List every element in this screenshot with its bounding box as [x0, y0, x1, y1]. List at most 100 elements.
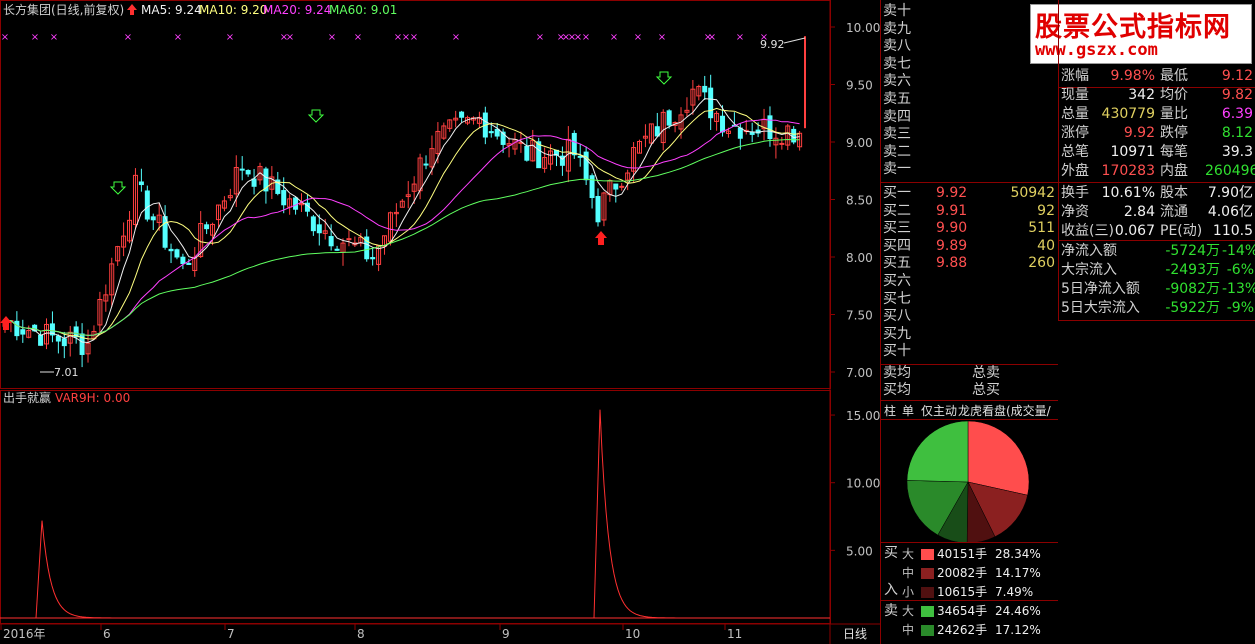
candle-body [334, 248, 340, 251]
candle-body [346, 238, 352, 241]
quote-label: 现量 [1061, 87, 1089, 103]
candle-body [571, 132, 577, 156]
panel-tab[interactable]: 单 [902, 403, 914, 419]
quote-value: 9.12 [1221, 68, 1253, 84]
quote-value: 7.90亿 [1207, 185, 1253, 201]
candle-body [61, 338, 67, 347]
candle-body [767, 115, 773, 140]
panel-tab[interactable]: 仅主动 [921, 403, 957, 419]
candle-body [168, 248, 174, 252]
bid-price: 9.90 [936, 220, 968, 237]
ma20-label: MA20: 9.24 [263, 3, 331, 17]
panel-mid-border [1058, 0, 1059, 320]
candle-body [14, 320, 20, 337]
bid-price: 9.88 [936, 255, 968, 272]
bid-level-label: 买五 [883, 255, 911, 272]
ask-level-9: 卖九 [883, 20, 911, 37]
panel-left-border [880, 0, 881, 644]
logo-title: 股票公式指标网 [1035, 12, 1231, 43]
quote-label: 均价 [1160, 87, 1188, 103]
price-axis-label: 7.50 [846, 309, 873, 323]
flow-label: 净流入额 [1061, 243, 1117, 259]
candle-body [144, 190, 150, 220]
candle-body [150, 216, 156, 221]
legend-swatch [921, 549, 934, 560]
signal-x-marker: × [328, 32, 336, 43]
quote-value: 6.39 [1221, 106, 1253, 122]
candle-body [779, 142, 785, 145]
candle-body [702, 85, 708, 93]
signal-x-marker: × [50, 32, 58, 43]
candle-body [619, 185, 625, 188]
price-axis-label: 10.00 [846, 21, 880, 35]
ma10-line [4, 107, 800, 340]
flow-percent: -9% [1226, 300, 1254, 316]
candle-body [749, 131, 755, 135]
x-axis-label: 8 [357, 627, 365, 641]
quote-value: 8.12 [1221, 125, 1253, 141]
ask-level-3: 卖三 [883, 126, 911, 143]
quote-value: 10971 [1110, 144, 1155, 160]
quote-label: 跌停 [1160, 125, 1188, 141]
panel-tab[interactable]: 柱 [884, 403, 896, 419]
signal-x-marker: × [452, 32, 460, 43]
signal-x-marker: × [354, 32, 362, 43]
ask-level-7: 卖七 [883, 55, 911, 72]
quote-value: 4.06亿 [1207, 204, 1253, 220]
quote-value: 170283 [1101, 163, 1155, 179]
order-pie-chart [906, 420, 1030, 544]
quote-label: 每笔 [1160, 144, 1188, 160]
quote-label: 外盘 [1061, 163, 1089, 179]
candle-body [20, 329, 26, 335]
order-volume-row: 大 34654手 24.46% [902, 603, 1041, 620]
candle-body [720, 115, 726, 133]
signal-x-marker: × [31, 32, 39, 43]
tabs-pie-divider [880, 419, 1058, 420]
bid-level-label: 买四 [883, 237, 911, 254]
order-volume-row: 大 40151手 28.34% [902, 546, 1041, 563]
price-axis-label: 9.00 [846, 136, 873, 150]
x-axis-label: 11 [727, 627, 742, 641]
bid-level-label: 买八 [883, 308, 911, 325]
indicator-var: VAR9H: 0.00 [55, 391, 130, 405]
bid-level-label: 买一 [883, 185, 911, 201]
bid-level-label: 买十 [883, 343, 911, 360]
signal-x-marker: × [610, 32, 618, 43]
order-size: 大 [902, 547, 915, 561]
bid-level-label: 买六 [883, 273, 911, 289]
quote-label: PE(动) [1160, 223, 1203, 239]
candle-body [281, 190, 287, 206]
site-logo: 股票公式指标网 www.gszx.com [1030, 4, 1252, 64]
sell-arrow-icon [655, 71, 673, 85]
order-percent: 14.17% [995, 566, 1041, 580]
signal-x-marker: × [708, 32, 716, 43]
period-label: 日线 [843, 627, 867, 641]
indicator-spike-2 [0, 409, 830, 619]
sell-avg-label: 卖均 [883, 365, 911, 381]
candle-body [708, 87, 714, 119]
flow-value: -5922万 [1165, 300, 1220, 316]
candle-body [293, 197, 299, 210]
panel-tab[interactable]: 龙虎看盘(成交量/按 [958, 403, 1058, 419]
bid-price: 9.89 [936, 237, 968, 254]
quote-label: 总量 [1061, 106, 1089, 122]
buy-arrow-icon [0, 316, 12, 330]
price-axis-label: 8.00 [846, 251, 873, 265]
ask-level-2: 卖二 [883, 143, 911, 160]
candle-body [328, 236, 334, 247]
signal-x-marker: × [658, 32, 666, 43]
buy-arrow-icon [595, 231, 607, 245]
order-percent: 17.12% [995, 623, 1041, 637]
quote-label: 换手 [1061, 185, 1089, 201]
bid-price: 9.92 [936, 185, 968, 201]
candle-body [251, 178, 257, 187]
price-pane-frame [0, 0, 831, 389]
candle-body [737, 127, 743, 139]
legend-swatch [921, 625, 934, 636]
candle-body [423, 163, 429, 166]
kline-chart[interactable]: 长方集团(日线,前复权) MA5: 9.24MA10: 9.20MA20: 9.2… [0, 0, 880, 644]
total-sell-label: 总卖 [972, 365, 1000, 381]
candle-body [174, 249, 180, 258]
signal-x-marker: × [634, 32, 642, 43]
quote-value: 9.82 [1221, 87, 1253, 103]
